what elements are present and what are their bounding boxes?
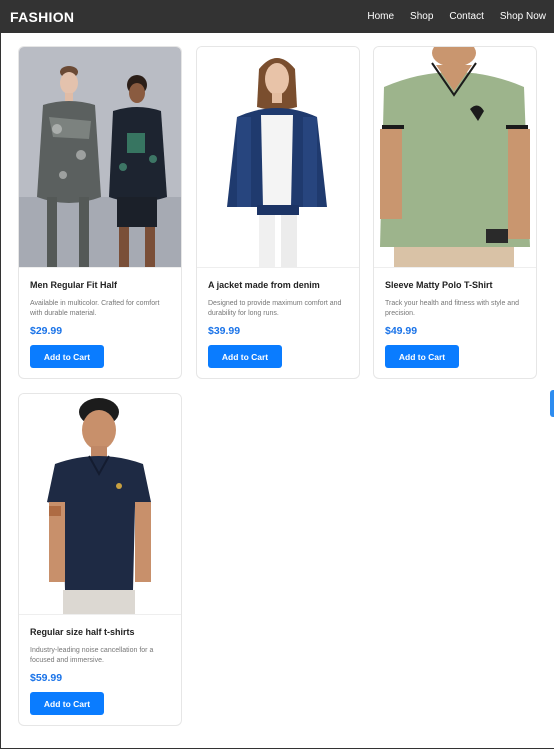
side-scroll-tab[interactable]: [550, 390, 554, 417]
product-card-body: A jacket made from denim Designed to pro…: [197, 267, 359, 378]
product-card: Men Regular Fit Half Available in multic…: [18, 46, 182, 379]
nav-link-shop[interactable]: Shop: [410, 11, 433, 22]
product-card: Sleeve Matty Polo T-Shirt Track your hea…: [373, 46, 537, 379]
product-card-body: Regular size half t-shirts Industry-lead…: [19, 614, 181, 725]
product-description: Designed to provide maximum comfort and …: [208, 300, 342, 317]
add-to-cart-button[interactable]: Add to Cart: [385, 345, 459, 368]
product-title[interactable]: Regular size half t-shirts: [30, 626, 171, 638]
product-description: Available in multicolor. Crafted for com…: [30, 300, 160, 317]
product-card-body: Men Regular Fit Half Available in multic…: [19, 267, 181, 378]
nav-link-shop-now[interactable]: Shop Now: [500, 11, 546, 22]
product-card: A jacket made from denim Designed to pro…: [196, 46, 360, 379]
product-price: $59.99: [30, 672, 63, 684]
navy-polo-photo-icon[interactable]: [19, 394, 181, 614]
product-card: Regular size half t-shirts Industry-lead…: [18, 393, 182, 726]
add-to-cart-button[interactable]: Add to Cart: [208, 345, 282, 368]
product-price: $29.99: [30, 325, 63, 337]
product-description: Industry-leading noise cancellation for …: [30, 647, 154, 664]
add-to-cart-button[interactable]: Add to Cart: [30, 345, 104, 368]
nav-link-home[interactable]: Home: [367, 11, 394, 22]
green-polo-photo-icon[interactable]: [374, 47, 536, 267]
brand-logo[interactable]: FASHION: [10, 9, 74, 25]
product-card-body: Sleeve Matty Polo T-Shirt Track your hea…: [374, 267, 536, 378]
product-description: Track your health and fitness with style…: [385, 300, 519, 317]
navbar: FASHION Home Shop Contact Shop Now: [0, 0, 554, 33]
product-title[interactable]: A jacket made from denim: [208, 279, 349, 291]
denim-jacket-photo-icon[interactable]: [197, 47, 359, 267]
nav-link-contact[interactable]: Contact: [449, 11, 483, 22]
product-price: $39.99: [208, 325, 241, 337]
nav-links: Home Shop Contact Shop Now: [367, 11, 546, 22]
fashion-duo-photo-icon[interactable]: [19, 47, 181, 267]
product-title[interactable]: Sleeve Matty Polo T-Shirt: [385, 279, 526, 291]
product-price: $49.99: [385, 325, 418, 337]
add-to-cart-button[interactable]: Add to Cart: [30, 692, 104, 715]
product-title[interactable]: Men Regular Fit Half: [30, 279, 171, 291]
